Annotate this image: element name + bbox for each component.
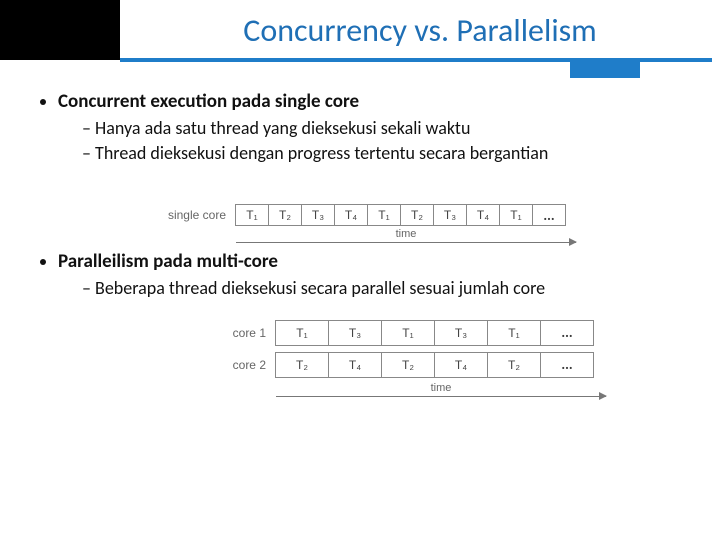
single-core-cells: T₁ T₂ T₃ T₄ T₁ T₂ T₃ T₄ T₁ ... <box>236 204 566 226</box>
timeslot: T₁ <box>499 204 533 226</box>
time-label: time <box>427 382 456 394</box>
arrow-head-icon <box>599 392 607 400</box>
slide-title: Concurrency vs. Parallelism <box>120 0 720 60</box>
core2-cells: T₂ T₄ T₂ T₄ T₂ ... <box>276 352 594 378</box>
row-label-core1: core 1 <box>218 326 266 340</box>
bullet-concurrent-text: Concurrent execution pada single core <box>58 90 359 113</box>
core2-row: core 2 T₂ T₄ T₂ T₄ T₂ ... <box>218 352 628 378</box>
timeslot: T₃ <box>328 320 382 346</box>
row-label-core2: core 2 <box>218 358 266 372</box>
ellipsis: ... <box>532 204 566 226</box>
sub-bullet: Hanya ada satu thread yang dieksekusi se… <box>82 117 692 140</box>
arrow-line <box>276 396 606 397</box>
timeslot: T₄ <box>334 204 368 226</box>
timeslot: T₃ <box>433 204 467 226</box>
timeslot: T₂ <box>275 352 329 378</box>
sub-bullet: Beberapa thread dieksekusi secara parall… <box>82 277 692 300</box>
timeslot: T₁ <box>235 204 269 226</box>
timeslot: T₂ <box>487 352 541 378</box>
core1-cells: T₁ T₃ T₁ T₃ T₁ ... <box>276 320 594 346</box>
timeslot: T₁ <box>367 204 401 226</box>
title-tab-accent <box>570 62 640 78</box>
timeslot: T₂ <box>268 204 302 226</box>
ellipsis: ... <box>540 352 594 378</box>
row-label-single-core: single core <box>158 208 226 222</box>
timeslot: T₂ <box>381 352 435 378</box>
single-core-row: single core T₁ T₂ T₃ T₄ T₁ T₂ T₃ T₄ T₁ .… <box>158 204 628 226</box>
core1-row: core 1 T₁ T₃ T₁ T₃ T₁ ... <box>218 320 628 346</box>
bullet-concurrent: Concurrent execution pada single core Ha… <box>58 90 692 250</box>
timeslot: T₄ <box>466 204 500 226</box>
time-axis: time <box>236 232 576 250</box>
timeslot: T₁ <box>487 320 541 346</box>
bullet-parallelism: Paralleilism pada multi-core Beberapa th… <box>58 250 692 404</box>
title-bar: Concurrency vs. Parallelism <box>0 0 720 60</box>
title-accent-block <box>0 0 120 60</box>
time-label: time <box>392 228 421 240</box>
time-axis: time <box>276 386 606 404</box>
slide-body: Concurrent execution pada single core Ha… <box>0 60 720 404</box>
timeslot: T₃ <box>301 204 335 226</box>
figure-single-core: single core T₁ T₂ T₃ T₄ T₁ T₂ T₃ T₄ T₁ .… <box>158 204 628 250</box>
figure-multi-core: core 1 T₁ T₃ T₁ T₃ T₁ ... core 2 T₂ T₄ <box>218 320 628 404</box>
timeslot: T₃ <box>434 320 488 346</box>
timeslot: T₂ <box>400 204 434 226</box>
timeslot: T₁ <box>381 320 435 346</box>
ellipsis: ... <box>540 320 594 346</box>
timeslot: T₄ <box>328 352 382 378</box>
timeslot: T₁ <box>275 320 329 346</box>
sub-bullet: Thread dieksekusi dengan progress terten… <box>82 142 692 165</box>
arrow-line <box>236 242 576 243</box>
arrow-head-icon <box>569 238 577 246</box>
timeslot: T₄ <box>434 352 488 378</box>
bullet-parallelism-text: Paralleilism pada multi-core <box>58 250 278 273</box>
